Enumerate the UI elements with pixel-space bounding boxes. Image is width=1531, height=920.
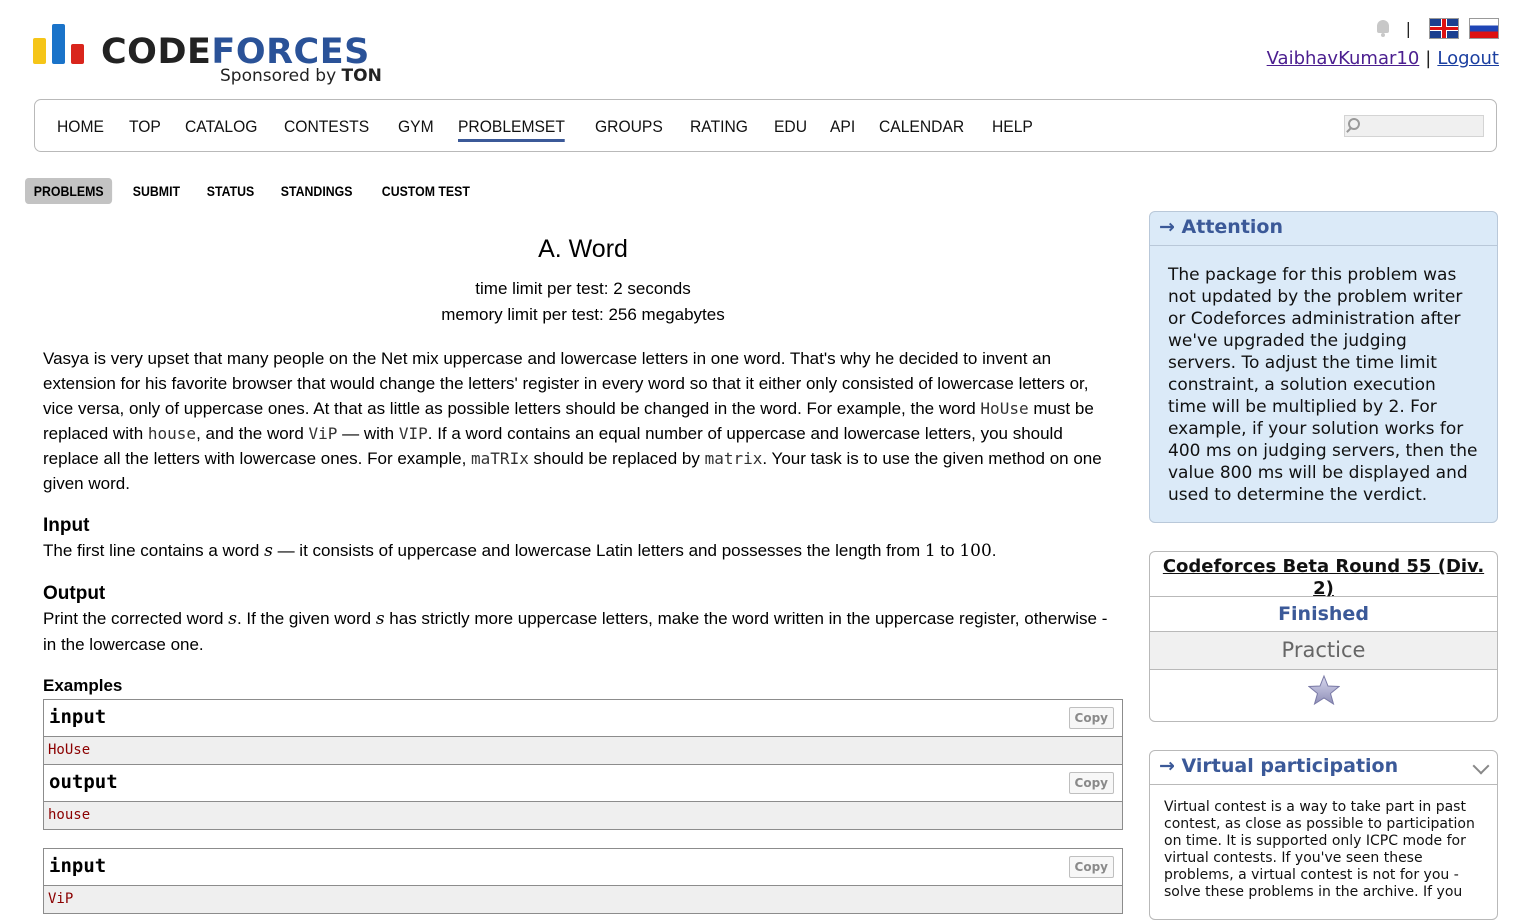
russian-flag-icon[interactable] bbox=[1469, 17, 1499, 39]
menu-edu[interactable]: EDU bbox=[774, 117, 807, 142]
input-section-title: Input bbox=[43, 515, 90, 536]
input-spec: The first line contains a word s — it co… bbox=[43, 541, 997, 561]
sample-test-2: input Copy ViP bbox=[43, 848, 1123, 914]
output-spec: Print the corrected word s. If the given… bbox=[43, 609, 1108, 654]
arrow-right-icon: → bbox=[1159, 755, 1175, 777]
virtual-participation-title[interactable]: → Virtual participation bbox=[1159, 755, 1398, 777]
sample-input-label: input bbox=[49, 706, 107, 728]
contest-status: Finished bbox=[1150, 597, 1497, 632]
problem-title: A. Word bbox=[538, 235, 628, 263]
copy-button[interactable]: Copy bbox=[1068, 772, 1114, 794]
contest-info-box: Codeforces Beta Round 55 (Div. 2) Finish… bbox=[1149, 551, 1498, 722]
menu-top[interactable]: TOP bbox=[129, 117, 161, 142]
arrow-right-icon: → bbox=[1159, 216, 1175, 238]
english-flag-icon[interactable] bbox=[1429, 17, 1459, 39]
menu-catalog[interactable]: CATALOG bbox=[185, 117, 257, 142]
virtual-participation-box: → Virtual participation Virtual contest … bbox=[1149, 750, 1498, 920]
attention-box: → Attention The package for this problem… bbox=[1149, 211, 1498, 523]
sample-output-value: house bbox=[44, 802, 1122, 829]
sponsor-line: Sponsored by TON bbox=[220, 66, 382, 86]
main-menu: HOME TOP CATALOG CONTESTS GYM PROBLEMSET… bbox=[34, 99, 1497, 152]
menu-help[interactable]: HELP bbox=[992, 117, 1033, 142]
submenu-standings[interactable]: STANDINGS bbox=[272, 178, 361, 204]
menu-contests[interactable]: CONTESTS bbox=[284, 117, 369, 142]
star-icon[interactable] bbox=[1308, 674, 1340, 706]
submenu-status[interactable]: STATUS bbox=[198, 178, 263, 204]
second-level-menu: PROBLEMS SUBMIT STATUS STANDINGS CUSTOM … bbox=[25, 178, 493, 204]
problem-statement: A. Word time limit per test: 2 seconds m… bbox=[43, 230, 1123, 914]
menu-groups[interactable]: GROUPS bbox=[595, 117, 663, 142]
menu-rating[interactable]: RATING bbox=[690, 117, 748, 142]
submenu-problems[interactable]: PROBLEMS bbox=[25, 178, 113, 204]
menu-calendar[interactable]: CALENDAR bbox=[879, 117, 964, 142]
copy-button[interactable]: Copy bbox=[1068, 856, 1114, 878]
attention-title: → Attention bbox=[1159, 216, 1284, 238]
sample-input-label: input bbox=[49, 855, 107, 877]
memory-limit: memory limit per test: 256 megabytes bbox=[441, 305, 725, 324]
output-section-title: Output bbox=[43, 583, 106, 604]
sample-input-value: ViP bbox=[44, 886, 1122, 913]
copy-button[interactable]: Copy bbox=[1068, 707, 1114, 729]
search-input[interactable] bbox=[1344, 115, 1484, 137]
time-limit: time limit per test: 2 seconds bbox=[475, 279, 691, 298]
username-link[interactable]: VaibhavKumar10 bbox=[1267, 48, 1420, 69]
contest-phase: Practice bbox=[1150, 632, 1497, 670]
top-right-panel: | VaibhavKumar10 | Logout bbox=[1266, 17, 1499, 69]
logout-link[interactable]: Logout bbox=[1437, 48, 1499, 69]
menu-api[interactable]: API bbox=[830, 117, 855, 142]
problem-legend: Vasya is very upset that many people on … bbox=[43, 349, 1102, 493]
menu-gym[interactable]: GYM bbox=[398, 117, 434, 142]
virtual-participation-text: Virtual contest is a way to take part in… bbox=[1164, 799, 1475, 900]
notification-bell-icon[interactable] bbox=[1374, 18, 1392, 38]
submenu-submit[interactable]: SUBMIT bbox=[124, 178, 189, 204]
examples-title: Examples bbox=[43, 676, 123, 695]
codeforces-logo[interactable]: CODEFORCES Sponsored by TON bbox=[33, 24, 393, 88]
sample-input-value: HoUse bbox=[44, 737, 1122, 765]
logo-bars-icon bbox=[33, 24, 87, 64]
sample-output-label: output bbox=[49, 771, 118, 793]
sample-test-1: input Copy HoUse output Copy house bbox=[43, 699, 1123, 830]
attention-text: The package for this problem was not upd… bbox=[1168, 265, 1478, 505]
submenu-custom-test[interactable]: CUSTOM TEST bbox=[373, 178, 479, 204]
search-icon bbox=[1348, 118, 1360, 130]
menu-home[interactable]: HOME bbox=[57, 117, 104, 142]
contest-name-link[interactable]: Codeforces Beta Round 55 (Div. 2) bbox=[1163, 556, 1484, 599]
chevron-down-icon[interactable] bbox=[1472, 757, 1490, 775]
separator: | bbox=[1405, 18, 1411, 38]
menu-problemset[interactable]: PROBLEMSET bbox=[457, 117, 565, 142]
